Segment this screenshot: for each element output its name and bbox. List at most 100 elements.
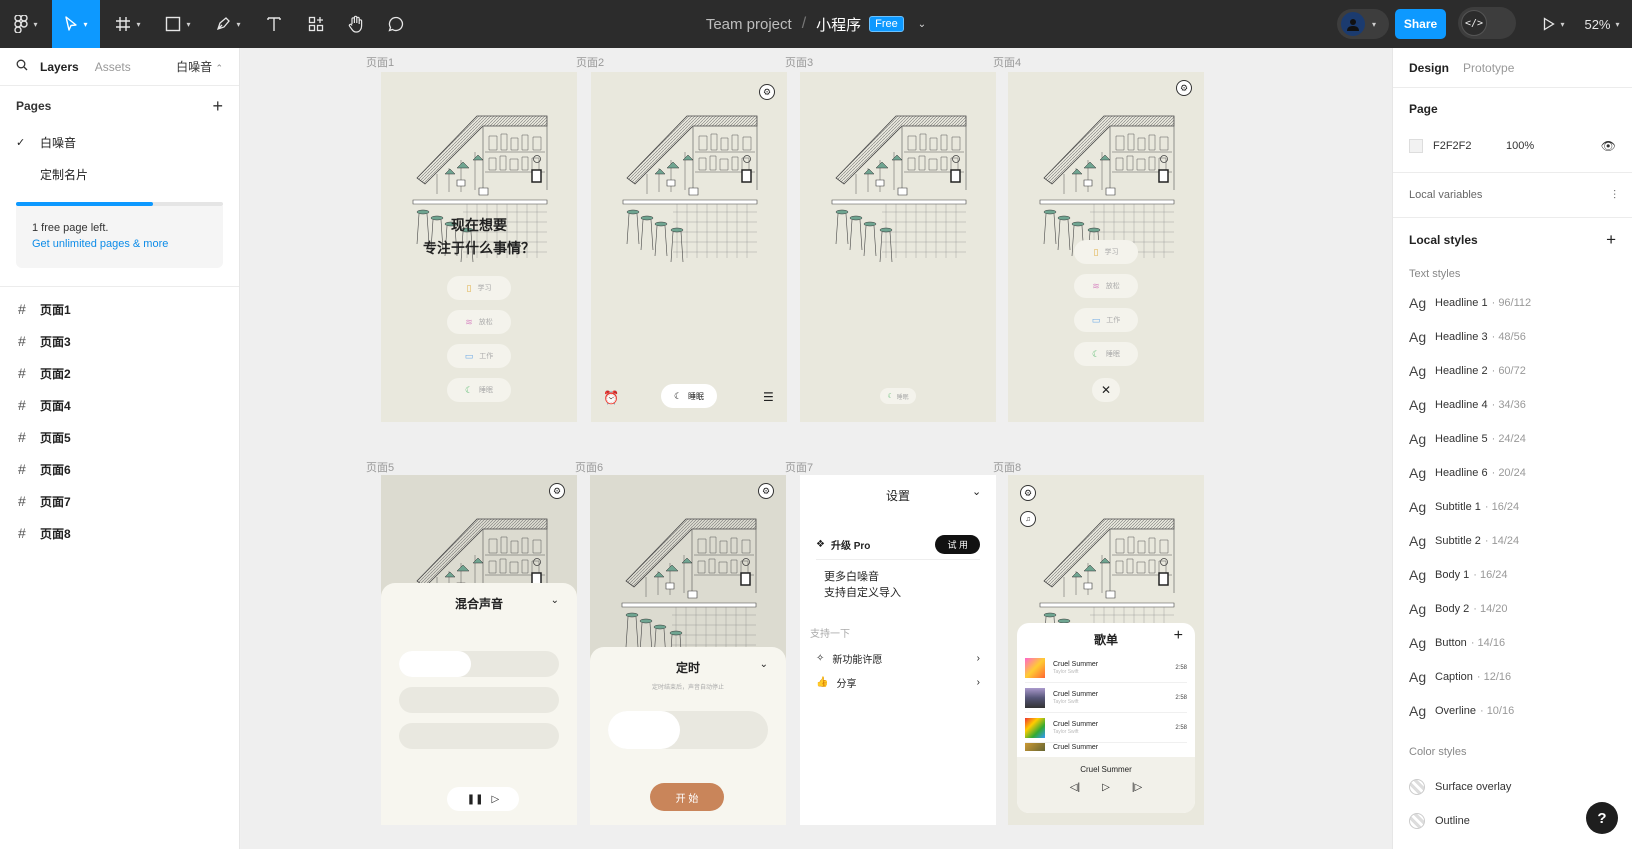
frame-label[interactable]: 页面4: [993, 54, 1021, 70]
option-work[interactable]: ▭ 工作: [447, 344, 511, 368]
add-page-icon[interactable]: +: [212, 96, 223, 117]
hand-tool-button[interactable]: [336, 0, 376, 48]
add-style-icon[interactable]: +: [1606, 230, 1616, 250]
help-button[interactable]: ?: [1586, 802, 1618, 834]
chevron-down-icon[interactable]: ⌄: [972, 485, 981, 498]
text-style-row[interactable]: Ag Headline 5 · 24/24: [1409, 422, 1616, 456]
play-icon[interactable]: ▷: [1102, 782, 1110, 793]
frame-page6[interactable]: ⚙ 定时 ⌄ 定时结束后，声音自动停止 开 始: [590, 475, 786, 825]
present-button[interactable]: ▾: [1536, 0, 1572, 48]
option-relax[interactable]: ≋ 放松: [1074, 274, 1138, 298]
chevron-down-icon[interactable]: ⌄: [551, 595, 559, 606]
layer-item[interactable]: # 页面2: [0, 357, 239, 389]
page-item-dingzhi[interactable]: 定制名片: [0, 158, 239, 190]
frame-label[interactable]: 页面5: [366, 459, 394, 475]
option-sleep[interactable]: ☾ 睡眠: [1074, 342, 1138, 366]
text-style-row[interactable]: Ag Headline 4 · 34/36: [1409, 388, 1616, 422]
text-style-row[interactable]: Ag Overline · 10/16: [1409, 694, 1616, 728]
frame-page7[interactable]: 设置 ⌄ ❖ 升级 Pro 试 用 更多白噪音 支持自定义导入 支持一下 ✧ 新功能…: [800, 475, 996, 825]
share-button[interactable]: Share: [1395, 9, 1446, 39]
sliders-icon[interactable]: ☰: [763, 390, 774, 404]
text-tool-button[interactable]: [254, 0, 294, 48]
alarm-icon[interactable]: ⏰: [603, 390, 619, 406]
frame-page5[interactable]: ⚙ 混合声音 ⌄ ❚❚ ▷: [381, 475, 577, 825]
frame-page2[interactable]: ⚙ ⏰ ☾ 睡眠 ☰: [591, 72, 787, 422]
play-icon[interactable]: ▷: [492, 794, 500, 805]
page-background-row[interactable]: F2F2F2 100% 👁: [1409, 130, 1616, 162]
frame-page3[interactable]: ☾ 睡眠: [800, 72, 996, 422]
layer-item[interactable]: # 页面5: [0, 421, 239, 453]
text-style-row[interactable]: Ag Headline 2 · 60/72: [1409, 354, 1616, 388]
frame-label[interactable]: 页面6: [575, 459, 603, 475]
resources-button[interactable]: [296, 0, 336, 48]
comment-tool-button[interactable]: [376, 0, 416, 48]
slider-knob[interactable]: [608, 711, 680, 749]
main-menu-button[interactable]: ▾: [4, 0, 48, 48]
color-style-row[interactable]: Surface overlay: [1409, 770, 1616, 804]
settings-icon[interactable]: ⚙: [758, 483, 774, 499]
text-style-row[interactable]: Ag Headline 3 · 48/56: [1409, 320, 1616, 354]
wish-row[interactable]: ✧ 新功能许愿 ›: [816, 651, 980, 666]
upsell-link[interactable]: Get unlimited pages & more: [32, 236, 207, 252]
pause-icon[interactable]: ❚❚: [467, 794, 484, 805]
layer-item[interactable]: # 页面7: [0, 485, 239, 517]
frame-tool-button[interactable]: ▾: [106, 0, 150, 48]
text-style-row[interactable]: Ag Headline 6 · 20/24: [1409, 456, 1616, 490]
timer-slider[interactable]: [608, 711, 768, 749]
option-work[interactable]: ▭ 工作: [1074, 308, 1138, 332]
share-row[interactable]: 👍 分享 ›: [816, 675, 980, 690]
search-icon[interactable]: [16, 59, 28, 74]
layer-item[interactable]: # 页面6: [0, 453, 239, 485]
text-style-row[interactable]: Ag Button · 14/16: [1409, 626, 1616, 660]
move-tool-button[interactable]: ▾: [52, 0, 100, 48]
frame-label[interactable]: 页面2: [576, 54, 604, 70]
mode-pill[interactable]: ☾ 睡眠: [661, 384, 717, 408]
shape-tool-button[interactable]: ▾: [156, 0, 200, 48]
variables-icon[interactable]: ⫶: [1613, 188, 1616, 203]
option-sleep[interactable]: ☾ 睡眠: [447, 378, 511, 402]
mode-pill[interactable]: ☾ 睡眠: [880, 388, 916, 404]
frame-page4[interactable]: ⚙ ▯ 学习 ≋ 放松 ▭ 工作 ☾ 睡眠 ✕: [1008, 72, 1204, 422]
start-button[interactable]: 开 始: [650, 783, 724, 811]
option-study[interactable]: ▯ 学习: [1074, 240, 1138, 264]
frame-label[interactable]: 页面7: [785, 459, 813, 475]
song-row[interactable]: Cruel Summer Taylor Swift 2:58: [1025, 713, 1187, 743]
pen-tool-button[interactable]: ▾: [206, 0, 250, 48]
text-style-row[interactable]: Ag Body 1 · 16/24: [1409, 558, 1616, 592]
text-style-row[interactable]: Ag Subtitle 1 · 16/24: [1409, 490, 1616, 524]
plan-badge[interactable]: Free: [869, 16, 904, 32]
design-canvas[interactable]: 页面1 页面2 页面3 页面4 页面5 页面6 页面7 页面8 现在想要 专注于…: [241, 48, 1392, 849]
option-study[interactable]: ▯ 学习: [447, 276, 511, 300]
dev-mode-toggle[interactable]: </>: [1458, 7, 1516, 39]
page-opacity-value[interactable]: 100%: [1506, 140, 1534, 152]
file-name[interactable]: 小程序: [816, 14, 861, 35]
multiplayer-avatar-button[interactable]: ▾: [1337, 9, 1389, 39]
upgrade-pro-row[interactable]: ❖ 升级 Pro 试 用: [816, 535, 980, 554]
frame-page8[interactable]: ⚙ ♫ 歌单 + Cruel Summer Taylor Swift 2:58 Cr…: [1008, 475, 1204, 825]
layer-item[interactable]: # 页面8: [0, 517, 239, 549]
song-row[interactable]: Cruel Summer Taylor Swift 2:58: [1025, 653, 1187, 683]
settings-icon[interactable]: ⚙: [1176, 80, 1192, 96]
song-row[interactable]: Cruel Summer: [1025, 743, 1187, 757]
close-icon[interactable]: ✕: [1092, 378, 1120, 402]
layer-item[interactable]: # 页面3: [0, 325, 239, 357]
file-menu-chevron-icon[interactable]: ⌄: [918, 19, 926, 30]
slider-knob[interactable]: [399, 651, 471, 677]
mix-slider[interactable]: [399, 651, 559, 677]
color-style-row[interactable]: Outline: [1409, 804, 1616, 838]
mix-slider[interactable]: [399, 687, 559, 713]
chevron-down-icon[interactable]: ⌄: [760, 659, 768, 670]
frame-page1[interactable]: 现在想要 专注于什么事情？ ▯ 学习 ≋ 放松 ▭ 工作 ☾ 睡眠: [381, 72, 577, 422]
layer-item[interactable]: # 页面4: [0, 389, 239, 421]
zoom-menu[interactable]: 52% ▾: [1576, 0, 1628, 48]
text-style-row[interactable]: Ag Subtitle 2 · 14/24: [1409, 524, 1616, 558]
tab-layers[interactable]: Layers: [40, 60, 79, 74]
trial-button[interactable]: 试 用: [935, 535, 980, 554]
next-icon[interactable]: |▷: [1132, 782, 1142, 793]
frame-label[interactable]: 页面1: [366, 54, 394, 70]
playback-controls[interactable]: ❚❚ ▷: [447, 787, 519, 811]
tab-assets[interactable]: Assets: [95, 60, 131, 74]
frame-label[interactable]: 页面3: [785, 54, 813, 70]
settings-icon[interactable]: ⚙: [1020, 485, 1036, 501]
current-page-toggle[interactable]: 白噪音 ⌃: [176, 58, 223, 75]
